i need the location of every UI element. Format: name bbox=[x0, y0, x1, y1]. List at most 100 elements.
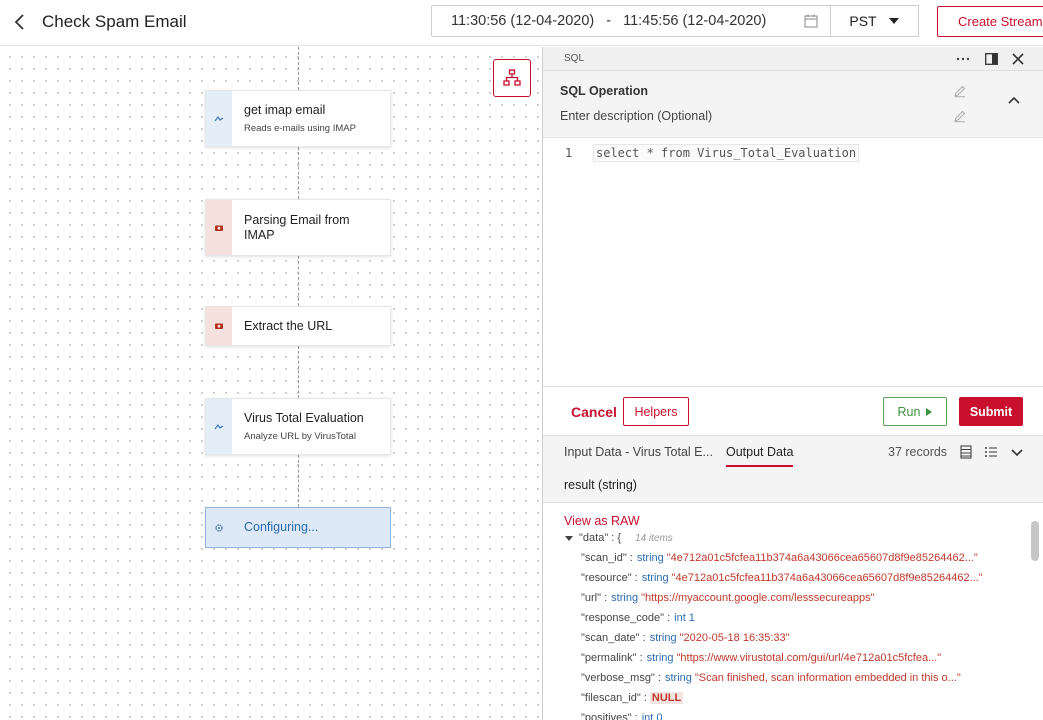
cancel-button[interactable]: Cancel bbox=[571, 404, 617, 420]
panel-type-label: SQL bbox=[564, 53, 585, 64]
operation-title[interactable]: SQL Operation bbox=[560, 84, 648, 98]
json-key: "filescan_id" bbox=[581, 692, 641, 704]
back-button[interactable] bbox=[8, 10, 32, 34]
json-key: "positives" bbox=[581, 712, 632, 720]
play-icon bbox=[926, 407, 933, 416]
connector-line bbox=[298, 147, 299, 199]
active-tab-indicator bbox=[726, 465, 793, 467]
output-json-viewer: View as RAW "data": {14 items "scan_id" … bbox=[543, 503, 1043, 720]
result-column-header: result (string) bbox=[543, 468, 1043, 503]
json-field-row: "scan_date" : string "2020-05-18 16:35:33" bbox=[581, 632, 790, 644]
json-type: string bbox=[636, 552, 664, 564]
json-key: "permalink" bbox=[581, 652, 637, 664]
node-type-strip bbox=[206, 399, 232, 454]
edit-pencil-icon[interactable] bbox=[953, 109, 967, 123]
scrollbar-thumb[interactable] bbox=[1031, 521, 1039, 561]
sql-editor[interactable]: 1 select * from Virus_Total_Evaluation bbox=[543, 139, 1043, 387]
close-icon[interactable] bbox=[1009, 50, 1027, 68]
line-number: 1 bbox=[565, 146, 573, 160]
function-icon bbox=[215, 323, 223, 329]
node-description: Analyze URL by VirusTotal bbox=[244, 431, 356, 442]
tab-input-data[interactable]: Input Data - Virus Total E... bbox=[564, 445, 713, 459]
json-type: string bbox=[664, 672, 692, 684]
data-tabs: Input Data - Virus Total E... Output Dat… bbox=[543, 436, 1043, 468]
result-column-label: result (string) bbox=[564, 478, 637, 492]
node-type-strip bbox=[206, 91, 232, 146]
flow-canvas[interactable]: get imap email Reads e-mails using IMAP … bbox=[0, 47, 542, 720]
chevron-down-icon[interactable] bbox=[1010, 445, 1024, 459]
json-value: "https://myaccount.google.com/lesssecure… bbox=[641, 592, 875, 604]
chevron-up-icon[interactable] bbox=[1007, 95, 1021, 105]
json-value: 1 bbox=[688, 612, 695, 624]
json-key: "verbose_msg" bbox=[581, 672, 655, 684]
node-name: Parsing Email from IMAP bbox=[244, 212, 350, 242]
more-options-icon[interactable] bbox=[954, 50, 972, 68]
run-button-label: Run bbox=[897, 404, 921, 419]
run-button[interactable]: Run bbox=[883, 397, 947, 426]
json-value: NULL bbox=[649, 692, 684, 704]
flow-node[interactable]: Parsing Email from IMAP bbox=[205, 199, 391, 256]
caret-down-icon bbox=[888, 18, 899, 24]
json-field-row: "scan_id" : string "4e712a01c5fcfea11b374a… bbox=[581, 552, 978, 564]
node-name: Extract the URL bbox=[244, 318, 333, 333]
time-separator: - bbox=[606, 13, 612, 29]
calendar-icon[interactable] bbox=[804, 14, 818, 28]
json-value: "Scan finished, scan information embedde… bbox=[694, 672, 961, 684]
tab-output-data[interactable]: Output Data bbox=[726, 445, 793, 459]
submit-button[interactable]: Submit bbox=[959, 397, 1023, 426]
json-field-row: "resource" : string "4e712a01c5fcfea11b374… bbox=[581, 572, 983, 584]
json-key: "data" bbox=[579, 532, 609, 544]
node-name: get imap email bbox=[244, 103, 326, 117]
records-count: 37 records bbox=[888, 445, 948, 459]
json-type: string bbox=[641, 572, 669, 584]
node-description: Reads e-mails using IMAP bbox=[244, 123, 356, 134]
node-type-strip bbox=[206, 200, 232, 255]
json-value: "https://www.virustotal.com/gui/url/4e71… bbox=[676, 652, 942, 664]
json-field-row: "url" : string "https://myaccount.google.c… bbox=[581, 592, 875, 604]
flow-node[interactable]: Virus Total Evaluation Analyze URL by Vi… bbox=[205, 398, 391, 455]
connector-line bbox=[298, 455, 299, 507]
json-value: "4e712a01c5fcfea11b374a6a43066cea65607d8… bbox=[666, 552, 978, 564]
json-key: "response_code" bbox=[581, 612, 665, 624]
json-value: 0 bbox=[656, 712, 663, 720]
helpers-button[interactable]: Helpers bbox=[623, 397, 689, 426]
view-as-raw-link[interactable]: View as RAW bbox=[564, 514, 640, 528]
connector-icon bbox=[214, 115, 224, 121]
list-view-icon[interactable] bbox=[984, 445, 998, 459]
node-name: Virus Total Evaluation bbox=[244, 411, 364, 425]
json-field-row: "positives" : int 0 bbox=[581, 711, 662, 720]
sql-code-line[interactable]: select * from Virus_Total_Evaluation bbox=[593, 144, 860, 162]
auto-layout-button[interactable] bbox=[493, 59, 531, 97]
json-key: "scan_date" bbox=[581, 632, 640, 644]
time-end: 11:45:56 (12-04-2020) bbox=[623, 13, 767, 29]
json-field-row: "filescan_id" : NULL bbox=[581, 692, 684, 704]
json-type: string bbox=[646, 652, 674, 664]
node-type-strip bbox=[206, 307, 232, 345]
flow-node-configuring[interactable]: Configuring... bbox=[205, 507, 391, 548]
operation-description[interactable]: Enter description (Optional) bbox=[560, 109, 712, 123]
function-icon bbox=[215, 225, 223, 231]
json-type: int bbox=[674, 612, 686, 624]
table-view-icon[interactable] bbox=[959, 445, 973, 459]
flow-node[interactable]: Extract the URL bbox=[205, 306, 391, 346]
json-key: "url" bbox=[581, 592, 602, 604]
json-field-row: "response_code" : int 1 bbox=[581, 612, 695, 624]
gear-icon bbox=[215, 523, 223, 532]
flow-node[interactable]: get imap email Reads e-mails using IMAP bbox=[205, 90, 391, 147]
edit-pencil-icon[interactable] bbox=[953, 84, 967, 98]
json-value: "4e712a01c5fcfea11b374a6a43066cea65607d8… bbox=[671, 572, 983, 584]
connector-line bbox=[298, 47, 299, 90]
json-root-row[interactable]: "data": {14 items bbox=[565, 531, 673, 546]
json-key: "scan_id" bbox=[581, 552, 627, 564]
json-field-row: "verbose_msg" : string "Scan finished, sca… bbox=[581, 672, 961, 684]
time-start: 11:30:56 (12-04-2020) bbox=[451, 13, 595, 29]
timezone-select[interactable]: PST bbox=[830, 5, 919, 37]
dock-panel-icon[interactable] bbox=[982, 50, 1000, 68]
connector-line bbox=[298, 346, 299, 398]
time-range-picker[interactable]: 11:30:56 (12-04-2020) - 11:45:56 (12-04-… bbox=[431, 5, 831, 37]
expand-triangle-icon[interactable] bbox=[565, 535, 573, 541]
node-name: Configuring... bbox=[244, 520, 319, 534]
create-stream-button[interactable]: Create Stream bbox=[937, 6, 1043, 37]
timezone-value: PST bbox=[849, 13, 877, 29]
json-type: string bbox=[649, 632, 677, 644]
